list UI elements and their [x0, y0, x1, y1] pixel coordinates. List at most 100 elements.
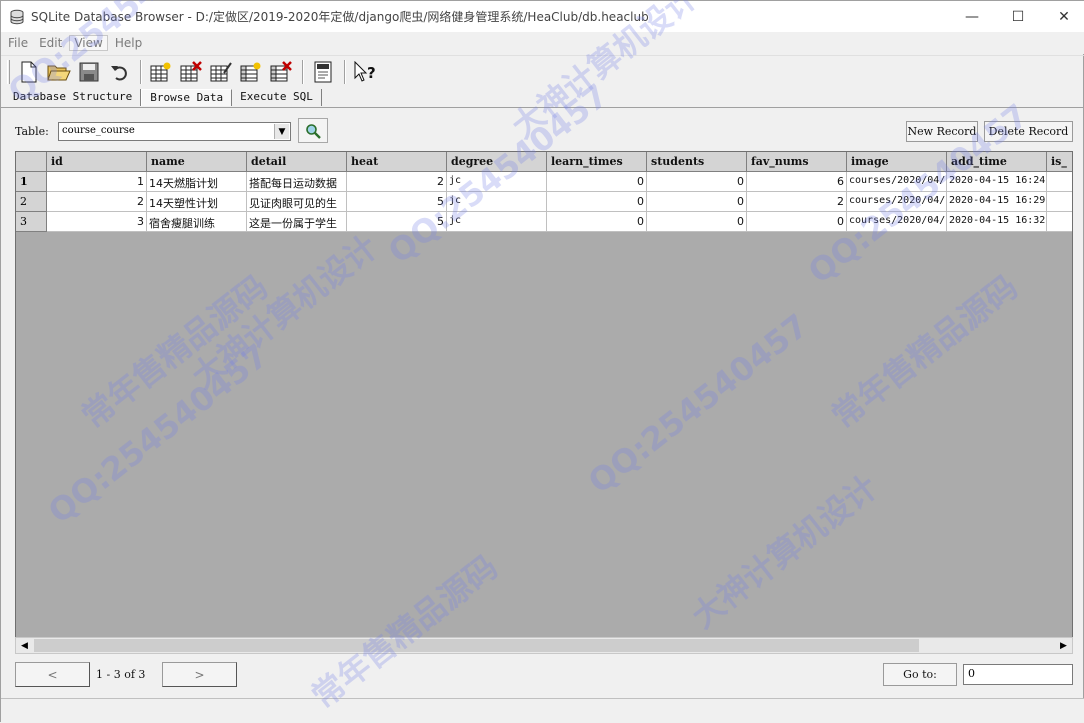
- toolbar-separator: [302, 59, 304, 84]
- save-database-icon: [79, 62, 99, 81]
- tab-database-structure[interactable]: Database Structure: [5, 89, 142, 106]
- cell-heat[interactable]: 2: [347, 172, 447, 192]
- delete-record-button[interactable]: Delete Record: [984, 121, 1073, 142]
- cell-degree[interactable]: jc: [447, 212, 547, 232]
- row-header[interactable]: 1: [16, 172, 47, 192]
- column-header-degree[interactable]: degree: [447, 152, 547, 172]
- table-select-value: course_course: [62, 125, 135, 136]
- cell-is[interactable]: [1047, 192, 1072, 212]
- row-header[interactable]: 2: [16, 192, 47, 212]
- previous-page-button[interactable]: <: [15, 662, 90, 687]
- search-button[interactable]: [298, 118, 328, 143]
- column-header-is[interactable]: is_: [1047, 152, 1072, 172]
- table-select[interactable]: course_course ▼: [58, 122, 291, 141]
- new-database-icon: [21, 61, 37, 82]
- cell-id[interactable]: 1: [47, 172, 147, 192]
- cell-fav-nums[interactable]: 2: [747, 192, 847, 212]
- cell-is[interactable]: [1047, 212, 1072, 232]
- cell-degree[interactable]: jc: [447, 192, 547, 212]
- modify-table-button[interactable]: [208, 59, 234, 85]
- chevron-down-icon[interactable]: ▼: [274, 124, 289, 139]
- menu-help[interactable]: Help: [111, 36, 146, 50]
- delete-table-icon: [180, 60, 202, 81]
- horizontal-scrollbar[interactable]: ◀ ▶: [15, 637, 1073, 654]
- delete-index-button[interactable]: [268, 59, 294, 85]
- tab-browse-data[interactable]: Browse Data: [141, 89, 233, 106]
- table-row[interactable]: 2 2 14天塑性计划 见证肉眼可见的生 5 jc 0 0 2 courses/…: [16, 192, 1072, 212]
- cell-detail[interactable]: 这是一份属于学生: [247, 212, 347, 232]
- cell-name[interactable]: 14天塑性计划: [147, 192, 247, 212]
- create-index-icon: [240, 62, 261, 81]
- column-header-fav-nums[interactable]: fav_nums: [747, 152, 847, 172]
- cell-detail[interactable]: 见证肉眼可见的生: [247, 192, 347, 212]
- cell-learn-times[interactable]: 0: [547, 192, 647, 212]
- column-header-id[interactable]: id: [47, 152, 147, 172]
- next-page-button[interactable]: >: [162, 662, 237, 687]
- goto-button[interactable]: Go to:: [883, 663, 957, 686]
- whats-this-button[interactable]: ?: [352, 59, 378, 85]
- cell-add-time[interactable]: 2020-04-15 16:32: [947, 212, 1047, 232]
- save-database-button[interactable]: [76, 59, 102, 85]
- cell-image[interactable]: courses/2020/04/: [847, 172, 947, 192]
- table-row[interactable]: 1 1 14天燃脂计划 搭配每日运动数据 2 jc 0 0 6 courses/…: [16, 172, 1072, 192]
- undo-button[interactable]: [106, 59, 132, 85]
- column-header-image[interactable]: image: [847, 152, 947, 172]
- cell-is[interactable]: [1047, 172, 1072, 192]
- undo-icon: [111, 65, 127, 80]
- cell-name[interactable]: 14天燃脂计划: [147, 172, 247, 192]
- new-database-button[interactable]: [16, 59, 42, 85]
- column-header-name[interactable]: name: [147, 152, 247, 172]
- cell-image[interactable]: courses/2020/04/: [847, 192, 947, 212]
- minimize-button[interactable]: —: [949, 1, 995, 32]
- cell-heat[interactable]: 5: [347, 192, 447, 212]
- scroll-left-icon[interactable]: ◀: [16, 638, 33, 653]
- row-header[interactable]: 3: [16, 212, 47, 232]
- whats-this-icon: ?: [354, 60, 376, 82]
- cell-heat[interactable]: 5: [347, 212, 447, 232]
- toolbar-grip[interactable]: [7, 59, 10, 84]
- create-index-button[interactable]: [238, 59, 264, 85]
- cell-fav-nums[interactable]: 6: [747, 172, 847, 192]
- new-record-button[interactable]: New Record: [906, 121, 978, 142]
- data-grid[interactable]: id name detail heat degree learn_times s…: [15, 151, 1073, 654]
- cell-image[interactable]: courses/2020/04/: [847, 212, 947, 232]
- scroll-right-icon[interactable]: ▶: [1055, 638, 1072, 653]
- menu-view[interactable]: View: [69, 35, 108, 51]
- maximize-button[interactable]: ☐: [995, 1, 1041, 32]
- cell-add-time[interactable]: 2020-04-15 16:24: [947, 172, 1047, 192]
- cell-add-time[interactable]: 2020-04-15 16:29: [947, 192, 1047, 212]
- cell-detail[interactable]: 搭配每日运动数据: [247, 172, 347, 192]
- create-table-button[interactable]: [148, 59, 174, 85]
- sql-log-icon: [314, 61, 332, 82]
- column-header-learn-times[interactable]: learn_times: [547, 152, 647, 172]
- window-title: SQLite Database Browser - D:/定做区/2019-20…: [31, 10, 649, 24]
- table-row[interactable]: 3 3 宿舍瘦腿训练 这是一份属于学生 5 jc 0 0 0 courses/2…: [16, 212, 1072, 232]
- cell-fav-nums[interactable]: 0: [747, 212, 847, 232]
- cell-students[interactable]: 0: [647, 192, 747, 212]
- scroll-thumb[interactable]: [34, 639, 919, 652]
- cell-id[interactable]: 3: [47, 212, 147, 232]
- menu-edit[interactable]: Edit: [35, 36, 66, 50]
- goto-input[interactable]: 0: [963, 664, 1073, 685]
- cell-id[interactable]: 2: [47, 192, 147, 212]
- tab-execute-sql[interactable]: Execute SQL: [232, 89, 322, 106]
- delete-table-button[interactable]: [178, 59, 204, 85]
- modify-table-icon: [210, 61, 232, 81]
- open-database-icon: [47, 65, 71, 80]
- sql-log-button[interactable]: [310, 59, 336, 85]
- column-header-detail[interactable]: detail: [247, 152, 347, 172]
- cell-name[interactable]: 宿舍瘦腿训练: [147, 212, 247, 232]
- menu-file[interactable]: File: [4, 36, 32, 50]
- open-database-button[interactable]: [46, 59, 72, 85]
- cell-learn-times[interactable]: 0: [547, 172, 647, 192]
- record-count: 1 - 3 of 3: [96, 668, 146, 681]
- cell-students[interactable]: 0: [647, 212, 747, 232]
- column-header-add-time[interactable]: add_time: [947, 152, 1047, 172]
- cell-students[interactable]: 0: [647, 172, 747, 192]
- grid-corner[interactable]: [16, 152, 47, 172]
- close-button[interactable]: ✕: [1041, 1, 1084, 32]
- cell-learn-times[interactable]: 0: [547, 212, 647, 232]
- cell-degree[interactable]: jc: [447, 172, 547, 192]
- column-header-students[interactable]: students: [647, 152, 747, 172]
- column-header-heat[interactable]: heat: [347, 152, 447, 172]
